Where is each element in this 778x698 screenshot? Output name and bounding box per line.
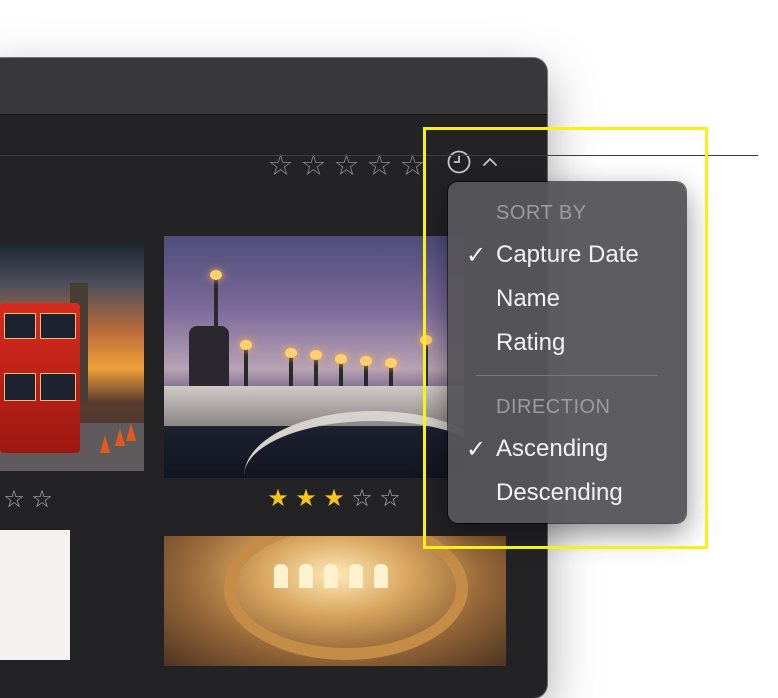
chevron-up-icon: [483, 158, 497, 166]
menu-section-header-sort-by: SORT BY: [496, 202, 587, 224]
rating-filter-star-3[interactable]: ☆: [330, 148, 363, 182]
clock-icon: [447, 150, 471, 174]
rating-star[interactable]: ★: [264, 484, 292, 512]
rating-star[interactable]: ☆: [0, 485, 28, 513]
rating-star[interactable]: ☆: [348, 484, 376, 512]
menu-item-name[interactable]: Name: [448, 277, 686, 321]
menu-item-label: Capture Date: [496, 241, 639, 268]
menu-section-header-direction: DIRECTION: [496, 396, 611, 418]
photo-thumbnail-london-bus[interactable]: [0, 243, 144, 471]
checkmark-icon: ✓: [465, 435, 487, 463]
rating-star[interactable]: ☆: [376, 484, 404, 512]
menu-item-label: Name: [496, 285, 561, 312]
menu-item-label: Rating: [496, 329, 566, 356]
title-bar: [0, 58, 547, 115]
rating-star[interactable]: ★: [292, 484, 320, 512]
menu-item-label: Ascending: [496, 435, 609, 462]
menu-item-rating[interactable]: Rating: [448, 321, 686, 365]
photo-rating-london-bus[interactable]: ☆ ☆: [0, 485, 56, 513]
menu-item-capture-date[interactable]: ✓ Capture Date: [448, 233, 686, 277]
menu-item-label: Descending: [496, 479, 623, 506]
checkmark-icon: ✓: [465, 241, 487, 269]
rating-filter[interactable]: ☆ ☆ ☆ ☆ ☆: [264, 148, 429, 182]
sort-dropdown-menu: SORT BY ✓ Capture Date Name Rating DIREC…: [448, 182, 686, 523]
rating-filter-star-4[interactable]: ☆: [363, 148, 396, 182]
toolbar-divider: [0, 155, 758, 156]
rating-filter-star-2[interactable]: ☆: [297, 148, 330, 182]
photo-thumbnail-paris-bridge[interactable]: [164, 236, 464, 478]
photo-rating-paris-bridge[interactable]: ★ ★ ★ ☆ ☆: [264, 484, 404, 512]
menu-separator: [476, 375, 658, 376]
menu-item-ascending[interactable]: ✓ Ascending: [448, 427, 686, 471]
rating-filter-star-5[interactable]: ☆: [396, 148, 429, 182]
photo-thumbnail-basilica[interactable]: [164, 536, 506, 666]
rating-star[interactable]: ☆: [28, 485, 56, 513]
photo-thumbnail-white[interactable]: [0, 530, 70, 660]
rating-filter-star-1[interactable]: ☆: [264, 148, 297, 182]
menu-item-descending[interactable]: Descending: [448, 471, 686, 515]
rating-star[interactable]: ★: [320, 484, 348, 512]
